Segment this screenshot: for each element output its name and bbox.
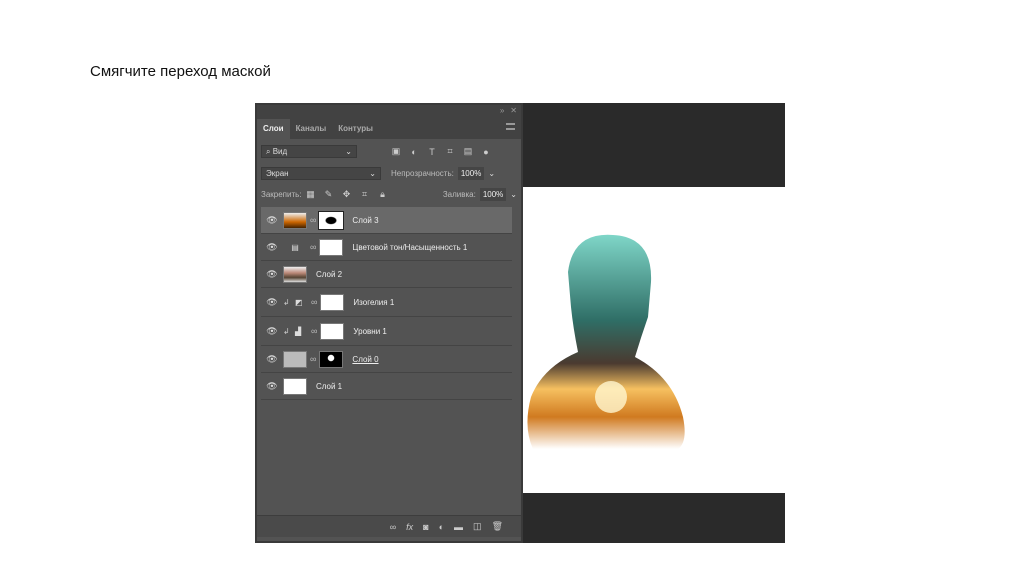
- close-icon[interactable]: ✕: [510, 105, 517, 117]
- layers-list: 👁︎ ∞ Слой 3 👁︎ ▤ ∞ Цветовой тон/Насыщенность …: [261, 207, 512, 400]
- eye-icon[interactable]: 👁︎: [261, 297, 283, 308]
- link-layers-icon[interactable]: ∞: [390, 522, 396, 532]
- layer-row[interactable]: 👁︎ Слой 1: [261, 373, 512, 400]
- eye-icon[interactable]: 👁︎: [261, 269, 283, 280]
- artboard-icon[interactable]: ⌗: [360, 189, 370, 200]
- fx-icon[interactable]: fx: [406, 522, 413, 532]
- gradient-map-icon: ◩: [295, 297, 303, 307]
- mask-thumbnail[interactable]: [319, 238, 344, 256]
- hue-saturation-icon: ▤: [291, 242, 299, 252]
- eye-icon[interactable]: 👁︎: [261, 242, 283, 253]
- smart-object-filter-icon[interactable]: ▤: [463, 146, 473, 157]
- layer-name: Слой 3: [352, 215, 379, 225]
- double-exposure-portrait: [527, 234, 685, 449]
- blend-mode-select[interactable]: Экран ⌄: [261, 167, 381, 180]
- layer-thumbnail: [283, 350, 307, 368]
- layers-panel: » ✕ Слои Каналы Контуры ⌕ Вид ⌄ ▣ ◐ T ⌗ ▤ …: [255, 103, 523, 543]
- panel-tabs: Слои Каналы Контуры: [257, 117, 521, 139]
- move-icon[interactable]: ✥: [342, 189, 352, 200]
- layer-thumbnail: [283, 377, 307, 395]
- levels-icon: ▟: [295, 326, 302, 336]
- chevron-down-icon: ⌄: [369, 169, 376, 178]
- eye-icon[interactable]: 👁︎: [261, 326, 283, 337]
- link-icon[interactable]: ∞: [310, 354, 316, 364]
- lock-transparency-icon[interactable]: ▦: [306, 189, 316, 200]
- link-icon[interactable]: ∞: [311, 326, 317, 336]
- layer-thumbnail: [283, 265, 307, 283]
- layer-row[interactable]: 👁︎ ∞ Слой 3: [261, 207, 512, 234]
- lock-icon[interactable]: 🔒︎: [378, 189, 388, 200]
- fill-input[interactable]: 100%: [479, 188, 507, 201]
- document-canvas[interactable]: [523, 103, 785, 543]
- layer-row[interactable]: 👁︎ ↲ ◩ ∞ Изогелия 1: [261, 288, 512, 317]
- adjustment-filter-icon[interactable]: ◐: [409, 147, 419, 157]
- tab-layers[interactable]: Слои: [257, 119, 290, 139]
- panel-menu-icon[interactable]: [506, 123, 515, 130]
- filter-row: ⌕ Вид ⌄ ▣ ◐ T ⌗ ▤ ●: [261, 145, 517, 158]
- collapse-icon[interactable]: »: [500, 105, 504, 117]
- clip-arrow-icon: ↲: [283, 326, 290, 336]
- pixel-filter-icon[interactable]: ▣: [391, 146, 401, 157]
- tab-paths[interactable]: Контуры: [332, 119, 379, 139]
- layer-name: Слой 2: [316, 269, 343, 279]
- link-icon[interactable]: ∞: [310, 242, 316, 252]
- eye-icon[interactable]: 👁︎: [261, 381, 283, 392]
- mask-thumbnail[interactable]: [319, 350, 344, 368]
- shape-filter-icon[interactable]: ⌗: [445, 146, 455, 157]
- brush-icon[interactable]: ✎: [324, 189, 334, 200]
- layer-name: Слой 0: [352, 354, 379, 364]
- layer-thumbnail: [283, 211, 307, 229]
- fill-label: Заливка:: [442, 190, 476, 199]
- lock-label: Закрепить:: [261, 190, 302, 199]
- clip-arrow-icon: ↲: [283, 297, 290, 307]
- panel-topbar: » ✕: [257, 105, 521, 117]
- layer-row[interactable]: 👁︎ ↲ ▟ ∞ Уровни 1: [261, 317, 512, 346]
- blend-row: Экран ⌄ Непрозрачность: 100% ⌄: [261, 167, 517, 180]
- layer-name: Уровни 1: [353, 326, 387, 336]
- chevron-down-icon[interactable]: ⌄: [488, 169, 495, 178]
- new-layer-icon[interactable]: ◫: [473, 521, 482, 532]
- chevron-down-icon: ⌄: [345, 147, 352, 156]
- layer-row[interactable]: 👁︎ ∞ Слой 0: [261, 346, 512, 373]
- filter-select[interactable]: ⌕ Вид ⌄: [261, 145, 357, 158]
- chevron-down-icon[interactable]: ⌄: [510, 190, 517, 199]
- lock-row: Закрепить: ▦ ✎ ✥ ⌗ 🔒︎ Заливка: 100% ⌄: [261, 188, 517, 201]
- eye-icon[interactable]: 👁︎: [261, 215, 283, 226]
- search-icon: ⌕: [266, 147, 273, 156]
- layer-row[interactable]: 👁︎ Слой 2: [261, 261, 512, 288]
- opacity-input[interactable]: 100%: [457, 167, 485, 180]
- mask-thumbnail[interactable]: [320, 293, 345, 311]
- layer-name: Слой 1: [316, 381, 343, 391]
- trash-icon[interactable]: 🗑︎: [492, 521, 503, 532]
- type-filter-icon[interactable]: T: [427, 147, 437, 157]
- document-image: [523, 187, 785, 493]
- layer-name: Цветовой тон/Насыщенность 1: [352, 242, 468, 252]
- tab-channels[interactable]: Каналы: [290, 119, 333, 139]
- mask-thumbnail[interactable]: [320, 322, 345, 340]
- layer-name: Изогелия 1: [353, 297, 395, 307]
- slide-title: Смягчите переход маской: [90, 63, 271, 80]
- layer-row[interactable]: 👁︎ ▤ ∞ Цветовой тон/Насыщенность 1: [261, 234, 512, 261]
- folder-icon[interactable]: ▬: [454, 522, 463, 532]
- filter-toggle-icon[interactable]: ●: [481, 147, 491, 157]
- eye-icon[interactable]: 👁︎: [261, 354, 283, 365]
- link-icon[interactable]: ∞: [311, 297, 317, 307]
- panel-footer: ∞ fx ◙ ◐ ▬ ◫ 🗑︎: [257, 515, 521, 537]
- opacity-label: Непрозрачность:: [391, 169, 454, 178]
- mask-thumbnail[interactable]: [318, 210, 345, 230]
- add-mask-icon[interactable]: ◙: [423, 522, 428, 532]
- adjustment-layer-icon[interactable]: ◐: [439, 522, 444, 532]
- link-icon[interactable]: ∞: [310, 215, 316, 225]
